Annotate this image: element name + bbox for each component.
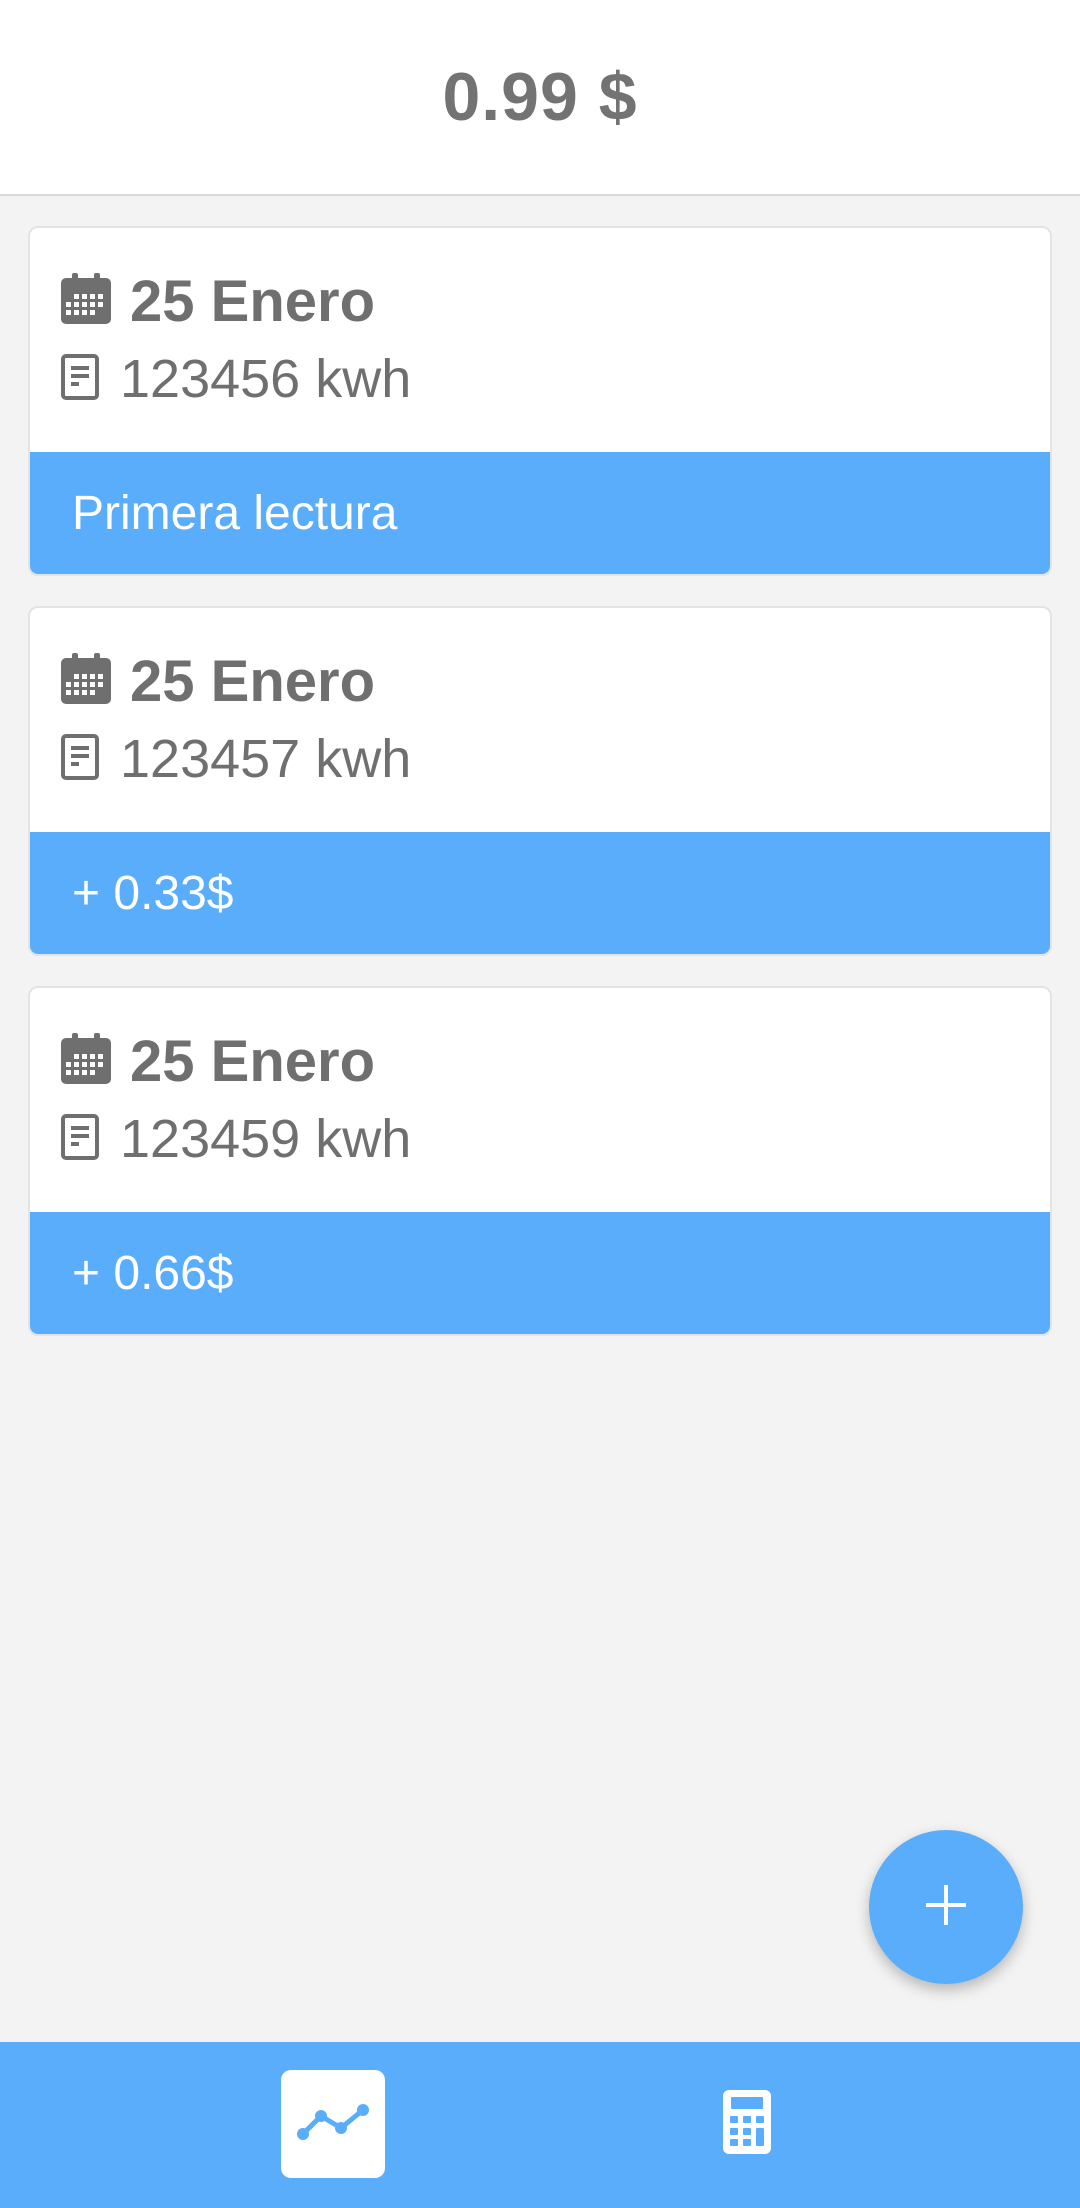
reading-date: 25 Enero bbox=[130, 649, 375, 714]
reading-card[interactable]: 25 Enero 123457 kwh + 0.33$ bbox=[28, 606, 1052, 956]
reading-card[interactable]: 25 Enero 123456 kwh Primera lectura bbox=[28, 226, 1052, 576]
reading-value: 123459 kwh bbox=[120, 1109, 412, 1169]
reading-date: 25 Enero bbox=[130, 1029, 375, 1094]
reading-footer-label: Primera lectura bbox=[72, 486, 398, 540]
document-icon bbox=[60, 733, 100, 786]
reading-footer: + 0.66$ bbox=[30, 1212, 1050, 1334]
document-icon bbox=[60, 1113, 100, 1166]
total-cost: 0.99 $ bbox=[442, 59, 638, 135]
reading-value: 123457 kwh bbox=[120, 729, 412, 789]
reading-card[interactable]: 25 Enero 123459 kwh + 0.66$ bbox=[28, 986, 1052, 1336]
calculator-icon bbox=[723, 2089, 771, 2159]
reading-cost-delta: + 0.66$ bbox=[72, 1246, 234, 1300]
bottom-navigation bbox=[0, 2042, 1080, 2208]
reading-date: 25 Enero bbox=[130, 269, 375, 334]
add-reading-button[interactable] bbox=[869, 1830, 1023, 1984]
reading-cost-delta: + 0.33$ bbox=[72, 866, 234, 920]
reading-footer: Primera lectura bbox=[30, 452, 1050, 574]
reading-footer: + 0.33$ bbox=[30, 832, 1050, 954]
reading-value: 123456 kwh bbox=[120, 349, 412, 409]
document-icon bbox=[60, 353, 100, 406]
plus-icon bbox=[924, 1883, 968, 1932]
tab-readings[interactable] bbox=[281, 2070, 385, 2178]
calendar-icon bbox=[60, 1033, 112, 1090]
app-header: 0.99 $ bbox=[0, 0, 1080, 196]
calendar-icon bbox=[60, 273, 112, 330]
calendar-icon bbox=[60, 653, 112, 710]
readings-list: 25 Enero 123456 kwh Primera lectura 25 E… bbox=[28, 226, 1052, 1366]
chart-line-icon bbox=[295, 2102, 371, 2147]
tab-calculator[interactable] bbox=[695, 2070, 799, 2178]
